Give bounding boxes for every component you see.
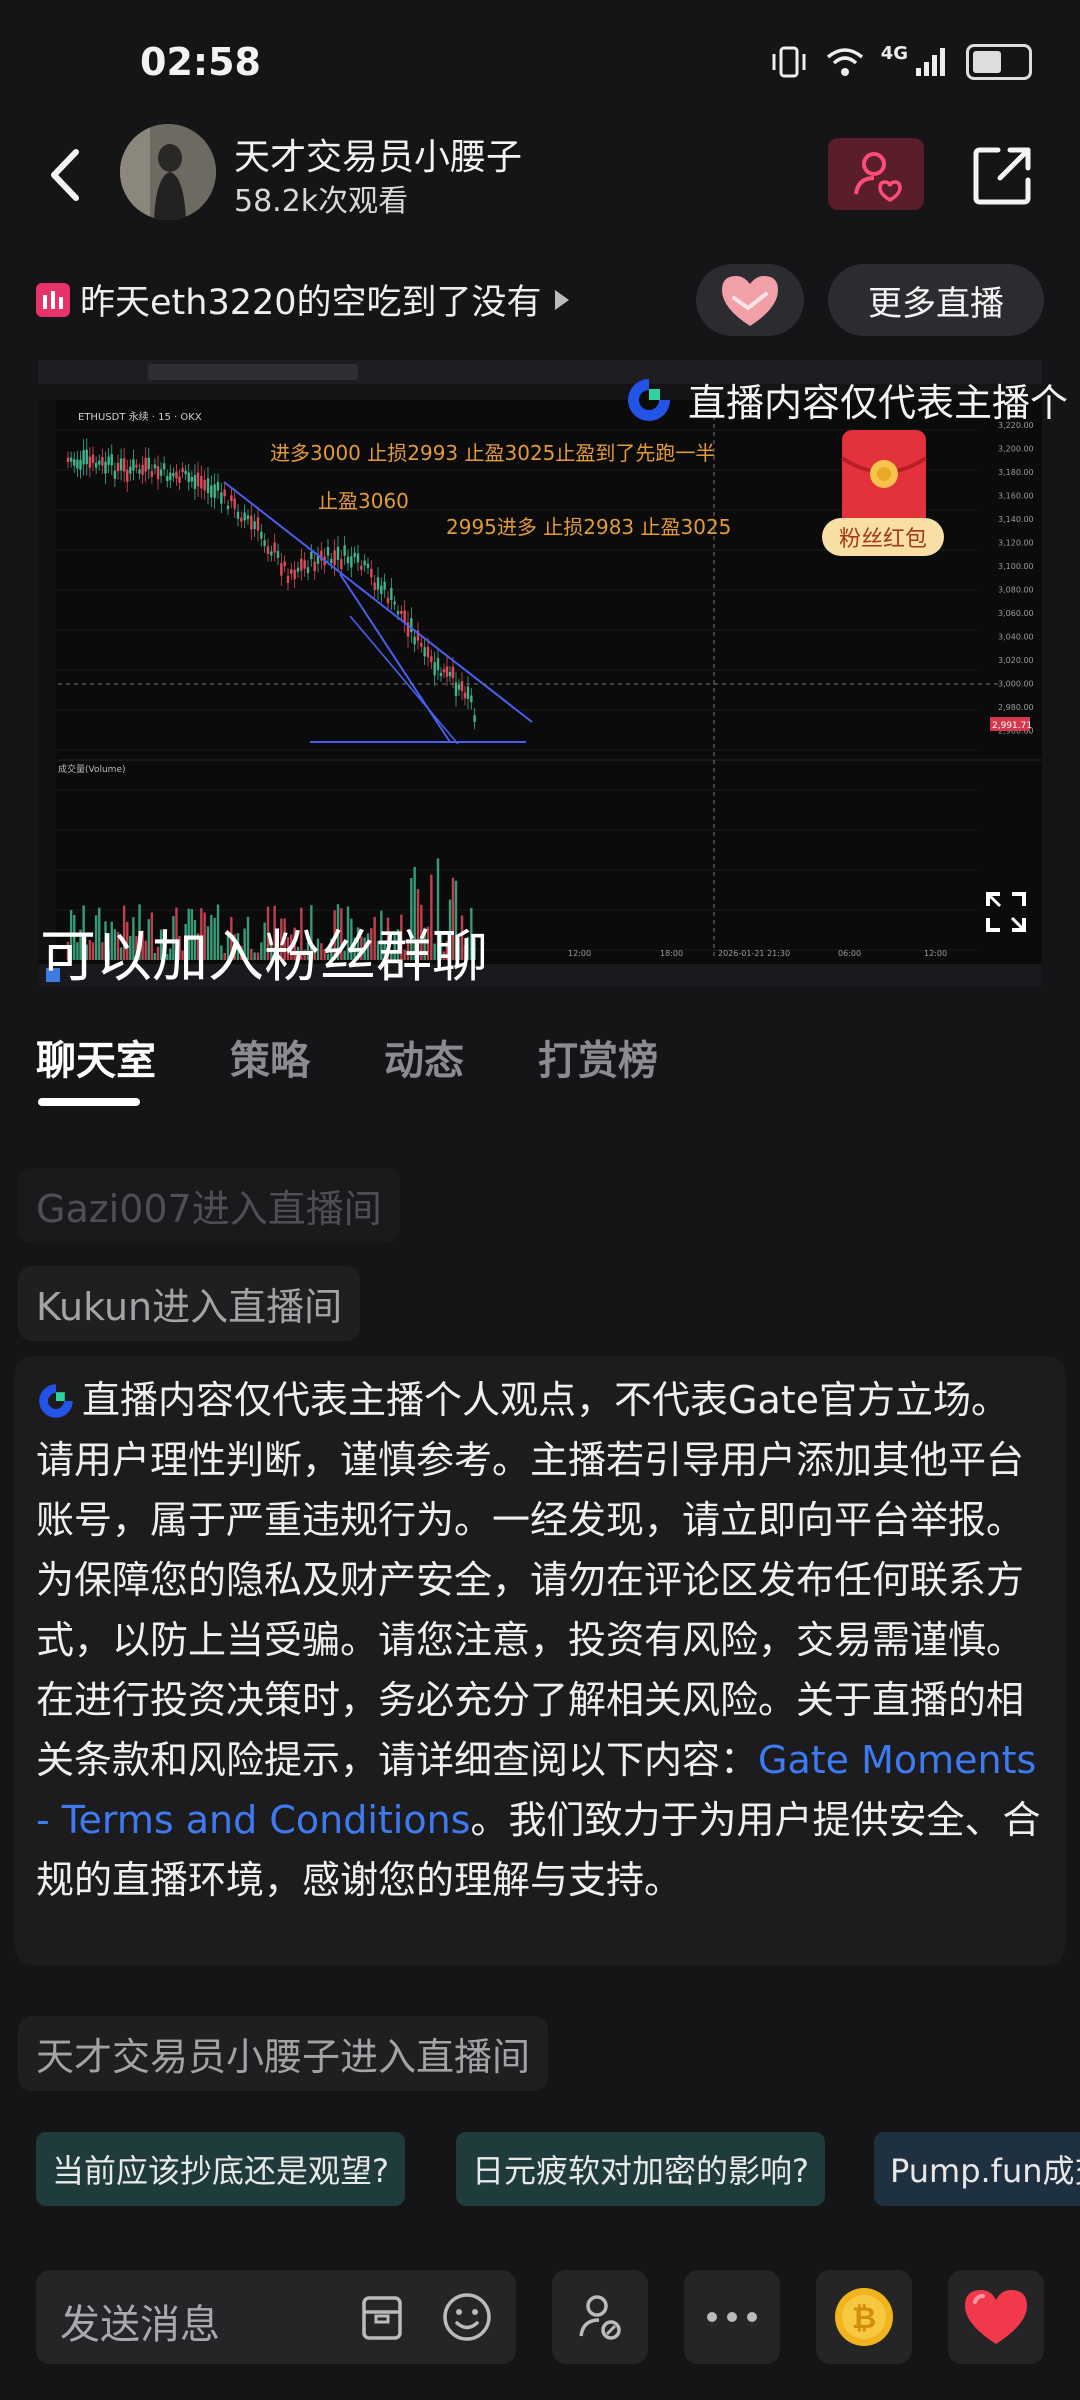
host-name[interactable]: 天才交易员小腰子 bbox=[234, 128, 522, 180]
chart-annotation-1: 进多3000 止损2993 止盈3025止盈到了先跑一半 bbox=[270, 441, 715, 465]
quick-question-chip[interactable]: 日元疲软对加密的影响? bbox=[456, 2132, 825, 2206]
more-options-button[interactable] bbox=[684, 2270, 780, 2364]
price-tick-label: 2,980.00 bbox=[998, 703, 1034, 712]
tab-bar: 聊天室 策略 动态 打赏榜 bbox=[36, 1028, 658, 1086]
active-tab-indicator bbox=[38, 1098, 140, 1106]
bitcoin-coin-icon: ₿ bbox=[835, 2288, 893, 2346]
time-tick-label: 12:00 bbox=[568, 949, 591, 958]
ellipsis-icon bbox=[707, 2312, 757, 2322]
video-disclaimer-overlay: 直播内容仅代表主播个 bbox=[624, 372, 1068, 427]
quick-question-chip[interactable]: Pump.fun成交 bbox=[874, 2132, 1080, 2206]
live-topic[interactable]: 昨天eth3220的空吃到了没有 bbox=[36, 274, 572, 325]
time-tick-label: 18:00 bbox=[660, 949, 683, 958]
price-tick-label: 3,180.00 bbox=[998, 468, 1034, 477]
user-gear-icon bbox=[579, 2295, 621, 2340]
heart-icon bbox=[965, 2290, 1027, 2344]
network-type-label: 4G bbox=[880, 42, 908, 64]
host-avatar[interactable] bbox=[120, 124, 216, 220]
tab-tip-ranking[interactable]: 打赏榜 bbox=[538, 1028, 658, 1086]
like-button[interactable] bbox=[696, 264, 804, 336]
status-icons: 4G bbox=[769, 42, 1032, 80]
tab-feed[interactable]: 动态 bbox=[384, 1028, 464, 1086]
price-tick-label: 3,160.00 bbox=[998, 492, 1034, 501]
live-bars-icon bbox=[36, 282, 70, 317]
follow-button[interactable] bbox=[828, 138, 924, 210]
tab-strategy[interactable]: 策略 bbox=[230, 1028, 310, 1086]
signal-icon bbox=[916, 48, 945, 76]
price-tick-label: 3,020.00 bbox=[998, 656, 1034, 665]
wifi-icon bbox=[826, 48, 863, 76]
message-input-placeholder: 发送消息 bbox=[60, 2302, 220, 2348]
price-tick-label: 3,100.00 bbox=[998, 562, 1034, 571]
price-tick-label: 3,080.00 bbox=[998, 586, 1034, 595]
notice-main-text: 直播内容仅代表主播个人观点，不代表Gate官方立场。请用户理性判断，谨慎参考。主… bbox=[36, 1378, 1025, 1782]
user-settings-button[interactable] bbox=[552, 2270, 648, 2364]
handshake-heart-icon bbox=[722, 276, 778, 326]
viewer-count: 58.2k次观看 bbox=[234, 184, 409, 219]
current-price-tag: 2,991.71 bbox=[992, 721, 1032, 731]
gate-logo-icon bbox=[628, 378, 670, 421]
price-tick-label: 3,140.00 bbox=[998, 515, 1034, 524]
fan-red-packet-label[interactable]: 粉丝红包 bbox=[822, 518, 944, 556]
platform-notice-text: 直播内容仅代表主播个人观点，不代表Gate官方立场。请用户理性判断，谨慎参考。主… bbox=[36, 1370, 1046, 1910]
price-tick-label: 3,120.00 bbox=[998, 539, 1034, 548]
share-icon[interactable] bbox=[970, 142, 1036, 208]
chart-symbol: ETHUSDT 永续 · 15 · OKX bbox=[78, 410, 202, 423]
tip-coin-button[interactable]: ₿ bbox=[816, 2270, 912, 2364]
chat-entry-message: Gazi007进入直播间 bbox=[18, 1168, 400, 1243]
back-arrow-icon[interactable] bbox=[40, 140, 90, 210]
chart-annotation-3: 2995进多 止损2983 止盈3025 bbox=[446, 515, 731, 539]
emoji-icon[interactable] bbox=[440, 2290, 494, 2344]
topic-title: 昨天eth3220的空吃到了没有 bbox=[80, 283, 542, 323]
price-tick-label: 3,060.00 bbox=[998, 609, 1034, 618]
time-tick-label: 2026-01-21 21:30 bbox=[718, 949, 790, 958]
chat-entry-message: 天才交易员小腰子进入直播间 bbox=[18, 2016, 549, 2091]
vibrate-icon bbox=[772, 46, 806, 78]
battery-icon bbox=[966, 44, 1032, 80]
chat-entry-message: Kukun进入直播间 bbox=[18, 1266, 361, 1341]
svg-text:₿: ₿ bbox=[852, 2301, 876, 2336]
volume-label: 成交量(Volume) bbox=[58, 763, 126, 775]
video-disclaimer-text: 直播内容仅代表主播个 bbox=[688, 381, 1069, 425]
price-tick-label: 3,040.00 bbox=[998, 633, 1034, 642]
time-tick-label: 12:00 bbox=[924, 949, 947, 958]
chart-annotation-2: 止盈3060 bbox=[318, 489, 409, 513]
time-tick-label: 06:00 bbox=[838, 949, 861, 958]
more-live-button[interactable]: 更多直播 bbox=[828, 264, 1044, 336]
like-heart-button[interactable] bbox=[948, 2270, 1044, 2364]
quick-question-chip[interactable]: 当前应该抄底还是观望? bbox=[36, 2132, 405, 2206]
video-caption: 可以加入粉丝群聊 bbox=[40, 925, 488, 990]
follow-user-icon bbox=[854, 152, 902, 203]
tab-chatroom[interactable]: 聊天室 bbox=[36, 1028, 156, 1086]
gate-logo-icon bbox=[39, 1384, 73, 1418]
status-time: 02:58 bbox=[140, 40, 261, 84]
price-tick-label: 3,000.00 bbox=[998, 680, 1034, 689]
price-tick-label: 3,200.00 bbox=[998, 445, 1034, 454]
clipboard-icon[interactable] bbox=[358, 2292, 406, 2342]
fullscreen-icon[interactable] bbox=[984, 890, 1028, 934]
play-triangle-icon bbox=[554, 289, 569, 310]
